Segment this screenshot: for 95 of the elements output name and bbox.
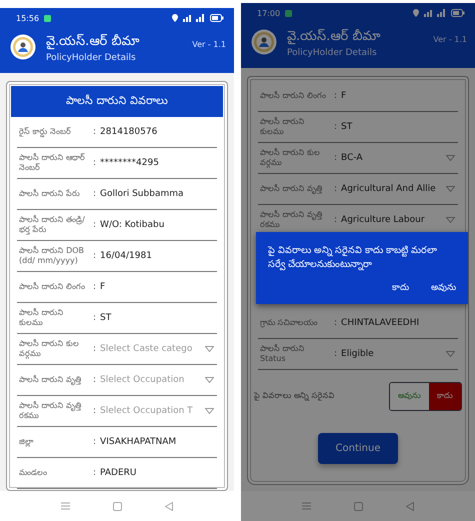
field-label: పాలసీ దారుని వృత్తి రకము bbox=[260, 210, 324, 230]
field-label: గ్రామ సచివాలయం bbox=[260, 318, 319, 328]
field-label: పాలసీ దారుని వృత్తి bbox=[19, 374, 82, 386]
colon-separator: : bbox=[93, 251, 96, 261]
field-value: ST bbox=[100, 313, 112, 323]
colon-separator: : bbox=[334, 122, 338, 132]
dropdown-placeholder[interactable]: Slelect Occupation bbox=[100, 375, 184, 385]
battery-icon bbox=[451, 9, 465, 17]
dropdown-value[interactable]: Agricultural And Allie bbox=[341, 184, 436, 194]
field-label: మండలం bbox=[19, 468, 48, 478]
colon-separator: : bbox=[93, 468, 96, 478]
colon-separator: : bbox=[93, 220, 96, 230]
triangle-icon[interactable] bbox=[164, 502, 173, 510]
status-time: 15:56 bbox=[16, 14, 40, 22]
field-label: పాలసీ దారుని వృత్తి రకము bbox=[19, 400, 82, 422]
field-value: VISAKHAPATNAM bbox=[100, 437, 176, 447]
location-icon bbox=[413, 9, 419, 17]
square-icon[interactable] bbox=[112, 502, 122, 510]
colon-separator: : bbox=[93, 406, 96, 416]
colon-separator: : bbox=[93, 189, 96, 199]
dialog-message: పై వివరాలు అన్ని సరైనవి కాదు కాబట్టి మరలా సర్వే చేయాలనుకుంటున్నారా bbox=[268, 244, 438, 272]
caret-icon[interactable] bbox=[446, 351, 455, 357]
menu-icon[interactable] bbox=[302, 502, 312, 510]
field-label: పాలసీ దారుని కులము bbox=[19, 308, 65, 328]
colon-separator: : bbox=[93, 437, 96, 447]
field-label: పాలసీ దారుని పేరు bbox=[19, 188, 82, 200]
colon-separator: : bbox=[334, 184, 338, 194]
field-value: W/O: Kotibabu bbox=[100, 220, 164, 230]
colon-separator: : bbox=[93, 344, 96, 354]
field-value: F bbox=[100, 282, 106, 292]
battery-icon bbox=[210, 14, 224, 22]
status-time: 17:00 bbox=[257, 8, 280, 18]
field-label: పాలసీ దారుని లింగం bbox=[19, 282, 86, 292]
dropdown-value[interactable]: BC-A bbox=[341, 153, 363, 163]
colon-separator: : bbox=[93, 158, 96, 168]
signal-icon bbox=[424, 9, 446, 17]
colon-separator: : bbox=[93, 375, 96, 385]
caret-icon[interactable] bbox=[446, 155, 455, 161]
logo-icon bbox=[251, 29, 277, 55]
dropdown-value[interactable]: Eligible bbox=[341, 349, 374, 359]
field-value: F bbox=[341, 91, 346, 101]
app-title: వై.యస్.ఆర్ బీమా bbox=[46, 34, 140, 51]
version-label: Ver - 1.1 bbox=[192, 40, 226, 49]
location-icon bbox=[172, 14, 178, 22]
field-value: ********4295 bbox=[100, 158, 159, 168]
field-label: పాలసీ దారుని Status bbox=[260, 344, 306, 364]
colon-separator: : bbox=[93, 127, 96, 137]
field-value: PADERU bbox=[100, 468, 137, 478]
caret-icon[interactable] bbox=[205, 346, 214, 352]
caret-icon[interactable] bbox=[205, 377, 214, 383]
field-label: పాలసీ దారుని వృత్తి bbox=[260, 184, 324, 194]
logo-icon bbox=[10, 34, 36, 60]
field-label: రైస్ కార్డు నెంబర్ bbox=[19, 126, 72, 138]
version-label: Ver - 1.1 bbox=[433, 35, 467, 44]
colon-separator: : bbox=[93, 282, 96, 292]
colon-separator: : bbox=[93, 313, 96, 323]
app-title: వై.యస్.ఆర్ బీమా bbox=[287, 29, 382, 46]
square-icon[interactable] bbox=[354, 502, 363, 510]
dropdown-placeholder[interactable]: Slelect Occupation T bbox=[100, 406, 193, 416]
field-label: పాలసీ దారుని కులము bbox=[260, 116, 306, 138]
caret-icon[interactable] bbox=[446, 217, 455, 223]
confirm-label: పై వివరాలు అన్ని సరైనవి bbox=[254, 391, 335, 402]
field-label: పాలసీ దారుని కుల వర్గము bbox=[19, 338, 80, 360]
field-value: 16/04/1981 bbox=[100, 251, 152, 261]
field-label: పాలసీ దారుని DOB (dd/ mm/yyyy) bbox=[19, 246, 86, 266]
app-subtitle: PolicyHolder Details bbox=[46, 53, 137, 63]
signal-icon bbox=[183, 14, 205, 22]
field-value: 2814180576 bbox=[100, 127, 158, 137]
notification-icon bbox=[285, 10, 292, 16]
app-subtitle: PolicyHolder Details bbox=[287, 48, 378, 58]
caret-icon[interactable] bbox=[446, 186, 455, 192]
field-label: పాలసీ దారుని కుల వర్గము bbox=[260, 148, 322, 168]
field-value: CHINTALAVEEDHI bbox=[341, 318, 420, 328]
triangle-icon[interactable] bbox=[406, 502, 414, 510]
colon-separator: : bbox=[334, 153, 338, 163]
field-label: పాలసీ దారుని తండ్రి/భర్త పేరు bbox=[19, 214, 86, 236]
colon-separator: : bbox=[334, 215, 338, 225]
menu-icon[interactable] bbox=[61, 502, 70, 510]
dropdown-placeholder[interactable]: Slelect Caste catego bbox=[100, 344, 192, 354]
field-label: పాలసీ దారుని ఆధార్ నెంబర్ bbox=[19, 152, 86, 174]
colon-separator: : bbox=[334, 349, 338, 359]
card-title: పాలసీ దారుని వివరాలు bbox=[11, 86, 223, 117]
field-value: ST bbox=[341, 122, 352, 132]
caret-icon[interactable] bbox=[205, 408, 214, 414]
dialog-button[interactable]: కాదు bbox=[392, 282, 409, 294]
colon-separator: : bbox=[334, 91, 338, 101]
notification-icon bbox=[44, 14, 52, 22]
field-label: పాలసీ దారుని లింగం bbox=[260, 90, 328, 102]
dropdown-value[interactable]: Agriculture Labour bbox=[341, 215, 425, 225]
toggle-option[interactable]: కాదు bbox=[429, 383, 461, 410]
field-value: Gollori Subbamma bbox=[100, 189, 184, 199]
dialog-button[interactable]: అవును bbox=[431, 282, 456, 294]
colon-separator: : bbox=[334, 318, 338, 328]
field-label: జిల్లా bbox=[19, 436, 34, 448]
continue-button[interactable]: Continue bbox=[318, 433, 398, 464]
